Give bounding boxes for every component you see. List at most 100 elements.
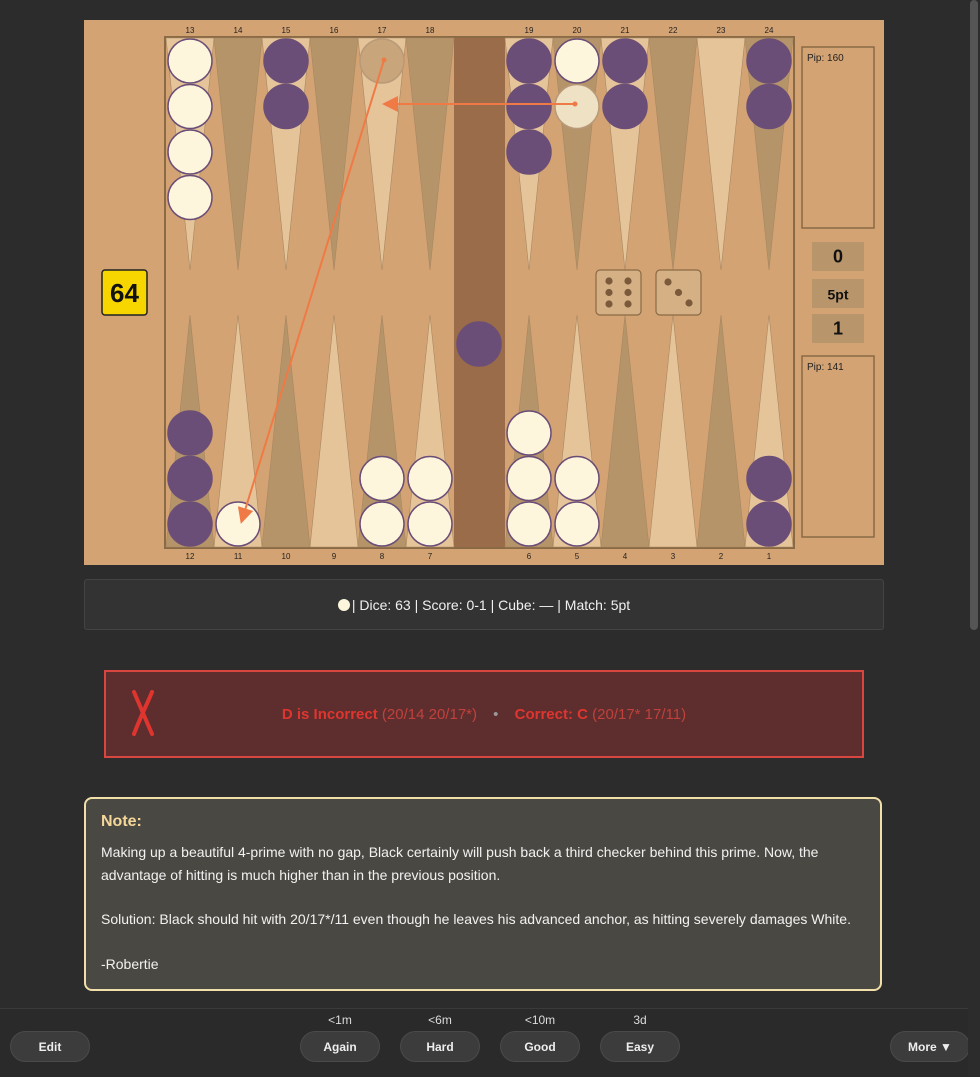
point-label: 20 bbox=[573, 26, 582, 35]
die-pip bbox=[664, 278, 672, 286]
result-message: D is Incorrect (20/14 20/17*) • Correct:… bbox=[106, 706, 862, 723]
bar bbox=[454, 38, 505, 547]
white-to-move-icon bbox=[337, 598, 350, 611]
black-checker[interactable] bbox=[263, 38, 309, 84]
bar-checker[interactable] bbox=[456, 321, 502, 367]
position-info-text: | Dice: 63 | Score: 0-1 | Cube: — | Matc… bbox=[351, 596, 631, 613]
match-length: 5pt bbox=[828, 287, 849, 303]
black-checker[interactable] bbox=[602, 38, 648, 84]
white-checker[interactable] bbox=[407, 501, 453, 547]
white-checker[interactable] bbox=[506, 455, 552, 502]
board-svg[interactable]: 13 14 15 16 17 18 19 20 21 22 23 2412 11 10 9 8 7 6 5 4 3 2 16… bbox=[84, 20, 884, 565]
point-label: 1 bbox=[767, 552, 772, 561]
point-label: 17 bbox=[378, 26, 387, 35]
die-1[interactable] bbox=[595, 269, 642, 316]
result-separator: • bbox=[493, 705, 499, 723]
pip-count-bottom: Pip: 141 bbox=[807, 362, 844, 373]
white-checker[interactable] bbox=[554, 38, 600, 84]
white-checker[interactable] bbox=[359, 501, 405, 547]
score-top: 0 bbox=[833, 247, 843, 267]
point-label: 16 bbox=[330, 26, 339, 35]
point-label: 10 bbox=[282, 552, 291, 561]
white-checker[interactable] bbox=[554, 501, 600, 547]
good-button[interactable]: Good bbox=[500, 1031, 580, 1062]
again-interval: <1m bbox=[328, 1013, 352, 1027]
note-title: Note: bbox=[101, 813, 142, 830]
point-label: 12 bbox=[186, 552, 195, 561]
correct-move: (20/17* 17/11) bbox=[592, 705, 687, 723]
point-label: 3 bbox=[671, 552, 676, 561]
black-checker[interactable] bbox=[506, 38, 552, 84]
black-checker[interactable] bbox=[746, 501, 792, 547]
black-checker[interactable] bbox=[167, 501, 213, 547]
die-pip bbox=[624, 288, 632, 297]
point-label: 7 bbox=[428, 552, 433, 561]
pip-count-top: Pip: 160 bbox=[807, 53, 844, 64]
black-checker[interactable] bbox=[602, 83, 648, 130]
note-paragraph-1: Making up a beautiful 4-prime with no ga… bbox=[101, 844, 819, 883]
note-author: -Robertie bbox=[101, 955, 159, 972]
point-label: 21 bbox=[621, 26, 630, 35]
point-label: 4 bbox=[623, 552, 628, 561]
black-checker[interactable] bbox=[263, 83, 309, 130]
black-checker[interactable] bbox=[746, 83, 792, 130]
arrow-start-dot bbox=[572, 101, 578, 107]
scrollbar-thumb[interactable] bbox=[970, 0, 978, 630]
edit-button[interactable]: Edit bbox=[10, 1031, 90, 1062]
white-checker[interactable] bbox=[506, 410, 552, 456]
incorrect-label: D is Incorrect bbox=[281, 705, 378, 723]
point-label: 5 bbox=[575, 552, 580, 561]
point-label: 11 bbox=[234, 552, 243, 561]
white-checker[interactable] bbox=[215, 501, 261, 547]
doubling-cube-value: 64 bbox=[110, 278, 139, 308]
white-checker[interactable] bbox=[554, 455, 600, 502]
point-label: 15 bbox=[282, 26, 291, 35]
again-button[interactable]: Again bbox=[300, 1031, 380, 1062]
white-checker[interactable] bbox=[167, 174, 213, 221]
die-pip bbox=[685, 299, 693, 307]
black-checker[interactable] bbox=[167, 410, 213, 456]
white-checker[interactable] bbox=[407, 455, 453, 502]
point-label: 14 bbox=[234, 26, 243, 35]
easy-button[interactable]: Easy bbox=[600, 1031, 680, 1062]
black-checker[interactable] bbox=[506, 83, 552, 130]
point-label: 9 bbox=[332, 552, 337, 561]
point-label: 6 bbox=[527, 552, 532, 561]
point-label: 8 bbox=[380, 552, 385, 561]
die-pip bbox=[674, 288, 683, 297]
position-info-bar: | Dice: 63 | Score: 0-1 | Cube: — | Matc… bbox=[84, 579, 884, 630]
incorrect-move: (20/14 20/17*) bbox=[381, 705, 477, 723]
point-label: 19 bbox=[525, 26, 534, 35]
point-label: 2 bbox=[719, 552, 724, 561]
answer-result-panel: D is Incorrect (20/14 20/17*) • Correct:… bbox=[104, 670, 864, 758]
backgammon-board[interactable]: 13 14 15 16 17 18 19 20 21 22 23 24 12 11 10 9 8 7 6 5 4 3 2 1 6… bbox=[84, 20, 884, 565]
white-checker[interactable] bbox=[167, 129, 213, 175]
easy-interval: 3d bbox=[633, 1013, 647, 1027]
score-bottom: 1 bbox=[833, 319, 843, 339]
ghost-checker bbox=[554, 83, 600, 130]
page-scrollbar[interactable] bbox=[968, 0, 980, 1076]
black-checker[interactable] bbox=[506, 129, 552, 175]
die-pip bbox=[605, 277, 613, 285]
point-label: 18 bbox=[426, 26, 435, 35]
good-interval: <10m bbox=[524, 1013, 556, 1027]
point-label: 24 bbox=[765, 26, 774, 35]
die-pip bbox=[605, 300, 613, 308]
point-label: 22 bbox=[669, 26, 678, 35]
white-checker[interactable] bbox=[506, 501, 552, 547]
white-checker[interactable] bbox=[167, 38, 213, 84]
review-footer: Edit <1m Again <6m Hard <10m Good 3d Eas… bbox=[0, 1008, 980, 1077]
black-checker[interactable] bbox=[167, 455, 213, 502]
arrow-start-dot bbox=[381, 57, 387, 63]
hard-button[interactable]: Hard bbox=[400, 1031, 480, 1062]
die-pip bbox=[624, 300, 632, 308]
point-label: 13 bbox=[186, 26, 195, 35]
cross-mark-icon bbox=[132, 690, 154, 736]
white-checker[interactable] bbox=[359, 455, 405, 502]
black-checker[interactable] bbox=[746, 38, 792, 84]
note-panel: Note: Making up a beautiful 4-prime with… bbox=[84, 797, 882, 991]
white-checker[interactable] bbox=[167, 83, 213, 130]
black-checker[interactable] bbox=[746, 455, 792, 502]
more-button[interactable]: More ▼ bbox=[890, 1031, 970, 1062]
die-pip bbox=[624, 277, 632, 285]
